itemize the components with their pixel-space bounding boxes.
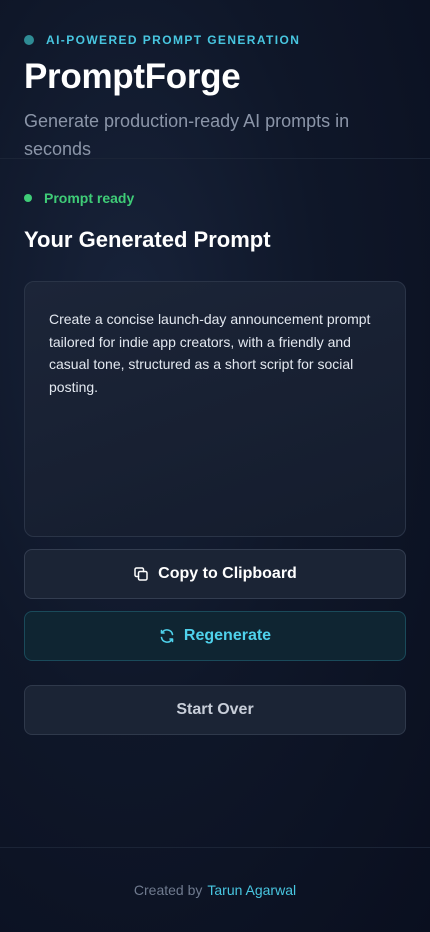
start-over-button-label: Start Over	[176, 701, 254, 718]
status-text: Prompt ready	[44, 190, 135, 206]
app-screen: AI-POWERED PROMPT GENERATION PromptForge…	[0, 0, 430, 932]
copy-icon	[133, 566, 149, 582]
copy-to-clipboard-button[interactable]: Copy to Clipboard	[24, 549, 406, 599]
regenerate-button[interactable]: Regenerate	[24, 611, 406, 661]
copy-button-label: Copy to Clipboard	[158, 565, 297, 582]
tagline: Generate production-ready AI prompts in …	[24, 111, 350, 159]
status-indicator: Prompt ready	[24, 190, 134, 206]
eyebrow: AI-POWERED PROMPT GENERATION	[24, 33, 406, 47]
refresh-icon	[159, 628, 175, 644]
regenerate-button-label: Regenerate	[183, 627, 272, 644]
header: AI-POWERED PROMPT GENERATION PromptForge…	[0, 0, 430, 159]
footer: Created by Tarun Agarwal	[0, 847, 430, 932]
generated-prompt-box[interactable]: Create a concise launch-day announcement…	[24, 281, 406, 537]
status-dot-icon	[24, 194, 32, 202]
section-title: Your Generated Prompt	[24, 227, 271, 252]
brand-title: PromptForge	[24, 57, 241, 96]
eyebrow-text: AI-POWERED PROMPT GENERATION	[46, 33, 301, 47]
start-over-button[interactable]: Start Over	[24, 685, 406, 735]
footer-prefix: Created by	[133, 882, 203, 898]
generated-prompt-text: Create a concise launch-day announcement…	[49, 311, 371, 395]
eyebrow-dot-icon	[24, 35, 34, 45]
author-link[interactable]: Tarun Agarwal	[207, 882, 296, 898]
